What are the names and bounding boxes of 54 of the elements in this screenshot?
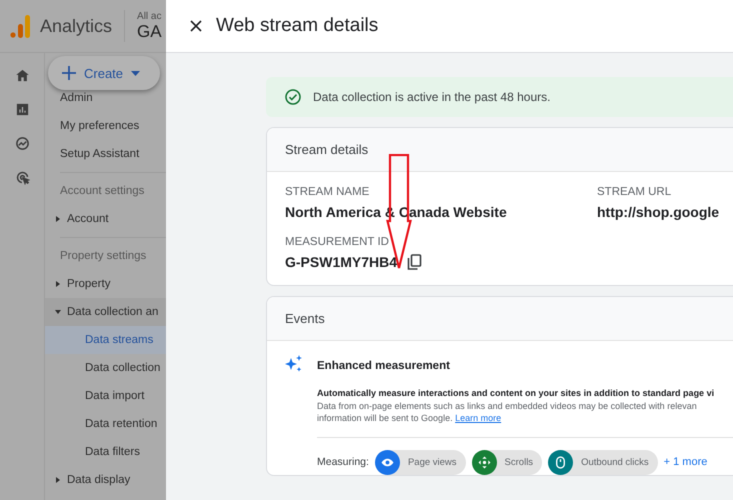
target-cursor-icon[interactable]	[14, 170, 30, 185]
section-title: Enhanced measurement	[317, 360, 451, 372]
caret-icon	[55, 309, 61, 315]
field-label: MEASUREMENT ID	[285, 236, 390, 248]
nav-group[interactable]: Property	[45, 270, 166, 298]
nav-item[interactable]: My preferences	[45, 119, 166, 133]
measuring-label: Measuring:	[317, 456, 369, 468]
nav-group[interactable]: Data display	[45, 466, 166, 494]
account-label: All ac	[137, 10, 162, 22]
app-name: Analytics	[40, 16, 112, 36]
description-line: Automatically measure interactions and content on your sites in addition to standard page vi	[317, 387, 716, 400]
nav-item[interactable]: Data filters	[45, 438, 166, 466]
copy-icon[interactable]	[407, 254, 422, 270]
account-name: GA	[137, 22, 162, 42]
logo-icon	[10, 14, 32, 38]
nav-item[interactable]: Data retention	[45, 410, 166, 438]
nav-item[interactable]: Data collection	[45, 354, 166, 382]
home-icon[interactable]	[14, 68, 30, 83]
field-value: http://shop.google	[597, 204, 720, 220]
measurement-id: G-PSW1MY7HB4	[285, 254, 398, 270]
measurement-chip[interactable]: Outbound clicks	[548, 450, 658, 474]
nav-group[interactable]: Account	[45, 205, 166, 233]
caret-icon	[55, 281, 61, 287]
learn-more-link[interactable]: Learn more	[455, 413, 502, 423]
nav-item[interactable]: Data streams	[45, 326, 166, 354]
field-label: STREAM URL	[597, 186, 672, 198]
card-title: Stream details	[285, 142, 368, 157]
measurement-chip[interactable]: Scrolls	[472, 450, 542, 474]
description-line: information will be sent to Google. Learn more	[317, 412, 502, 424]
sparkle-icon	[285, 355, 303, 373]
card-title: Events	[285, 311, 325, 326]
caret-icon	[131, 70, 140, 76]
measurement-chip[interactable]: Page views	[374, 450, 466, 474]
nav-item[interactable]: Setup Assistant	[45, 147, 166, 161]
nav-item[interactable]: Admin	[45, 91, 166, 105]
field-label: STREAM NAME	[285, 186, 370, 198]
panel-title: Web stream details	[216, 15, 378, 37]
section-header: Account settings	[59, 184, 146, 199]
caret-icon	[55, 477, 61, 483]
close-icon[interactable]	[190, 20, 202, 32]
description-line: Data from on-page elements such as links and embedded videos may be collected with relevan	[317, 400, 698, 412]
more-link[interactable]: + 1 more	[664, 456, 708, 468]
nav-group[interactable]: Data collection an	[45, 298, 166, 326]
nav-item[interactable]: Data import	[45, 382, 166, 410]
mouse-icon	[555, 456, 566, 468]
banner-text: Data collection is active in the past 48 hours.	[313, 90, 550, 104]
create-button[interactable]: Create	[48, 56, 160, 90]
caret-icon	[55, 216, 61, 222]
trend-chart-icon[interactable]	[14, 136, 30, 151]
move-icon	[478, 456, 491, 468]
bar-chart-icon[interactable]	[14, 102, 30, 117]
check-circle-icon	[285, 89, 301, 105]
plus-icon	[62, 66, 76, 80]
section-header: Property settings	[59, 249, 148, 264]
